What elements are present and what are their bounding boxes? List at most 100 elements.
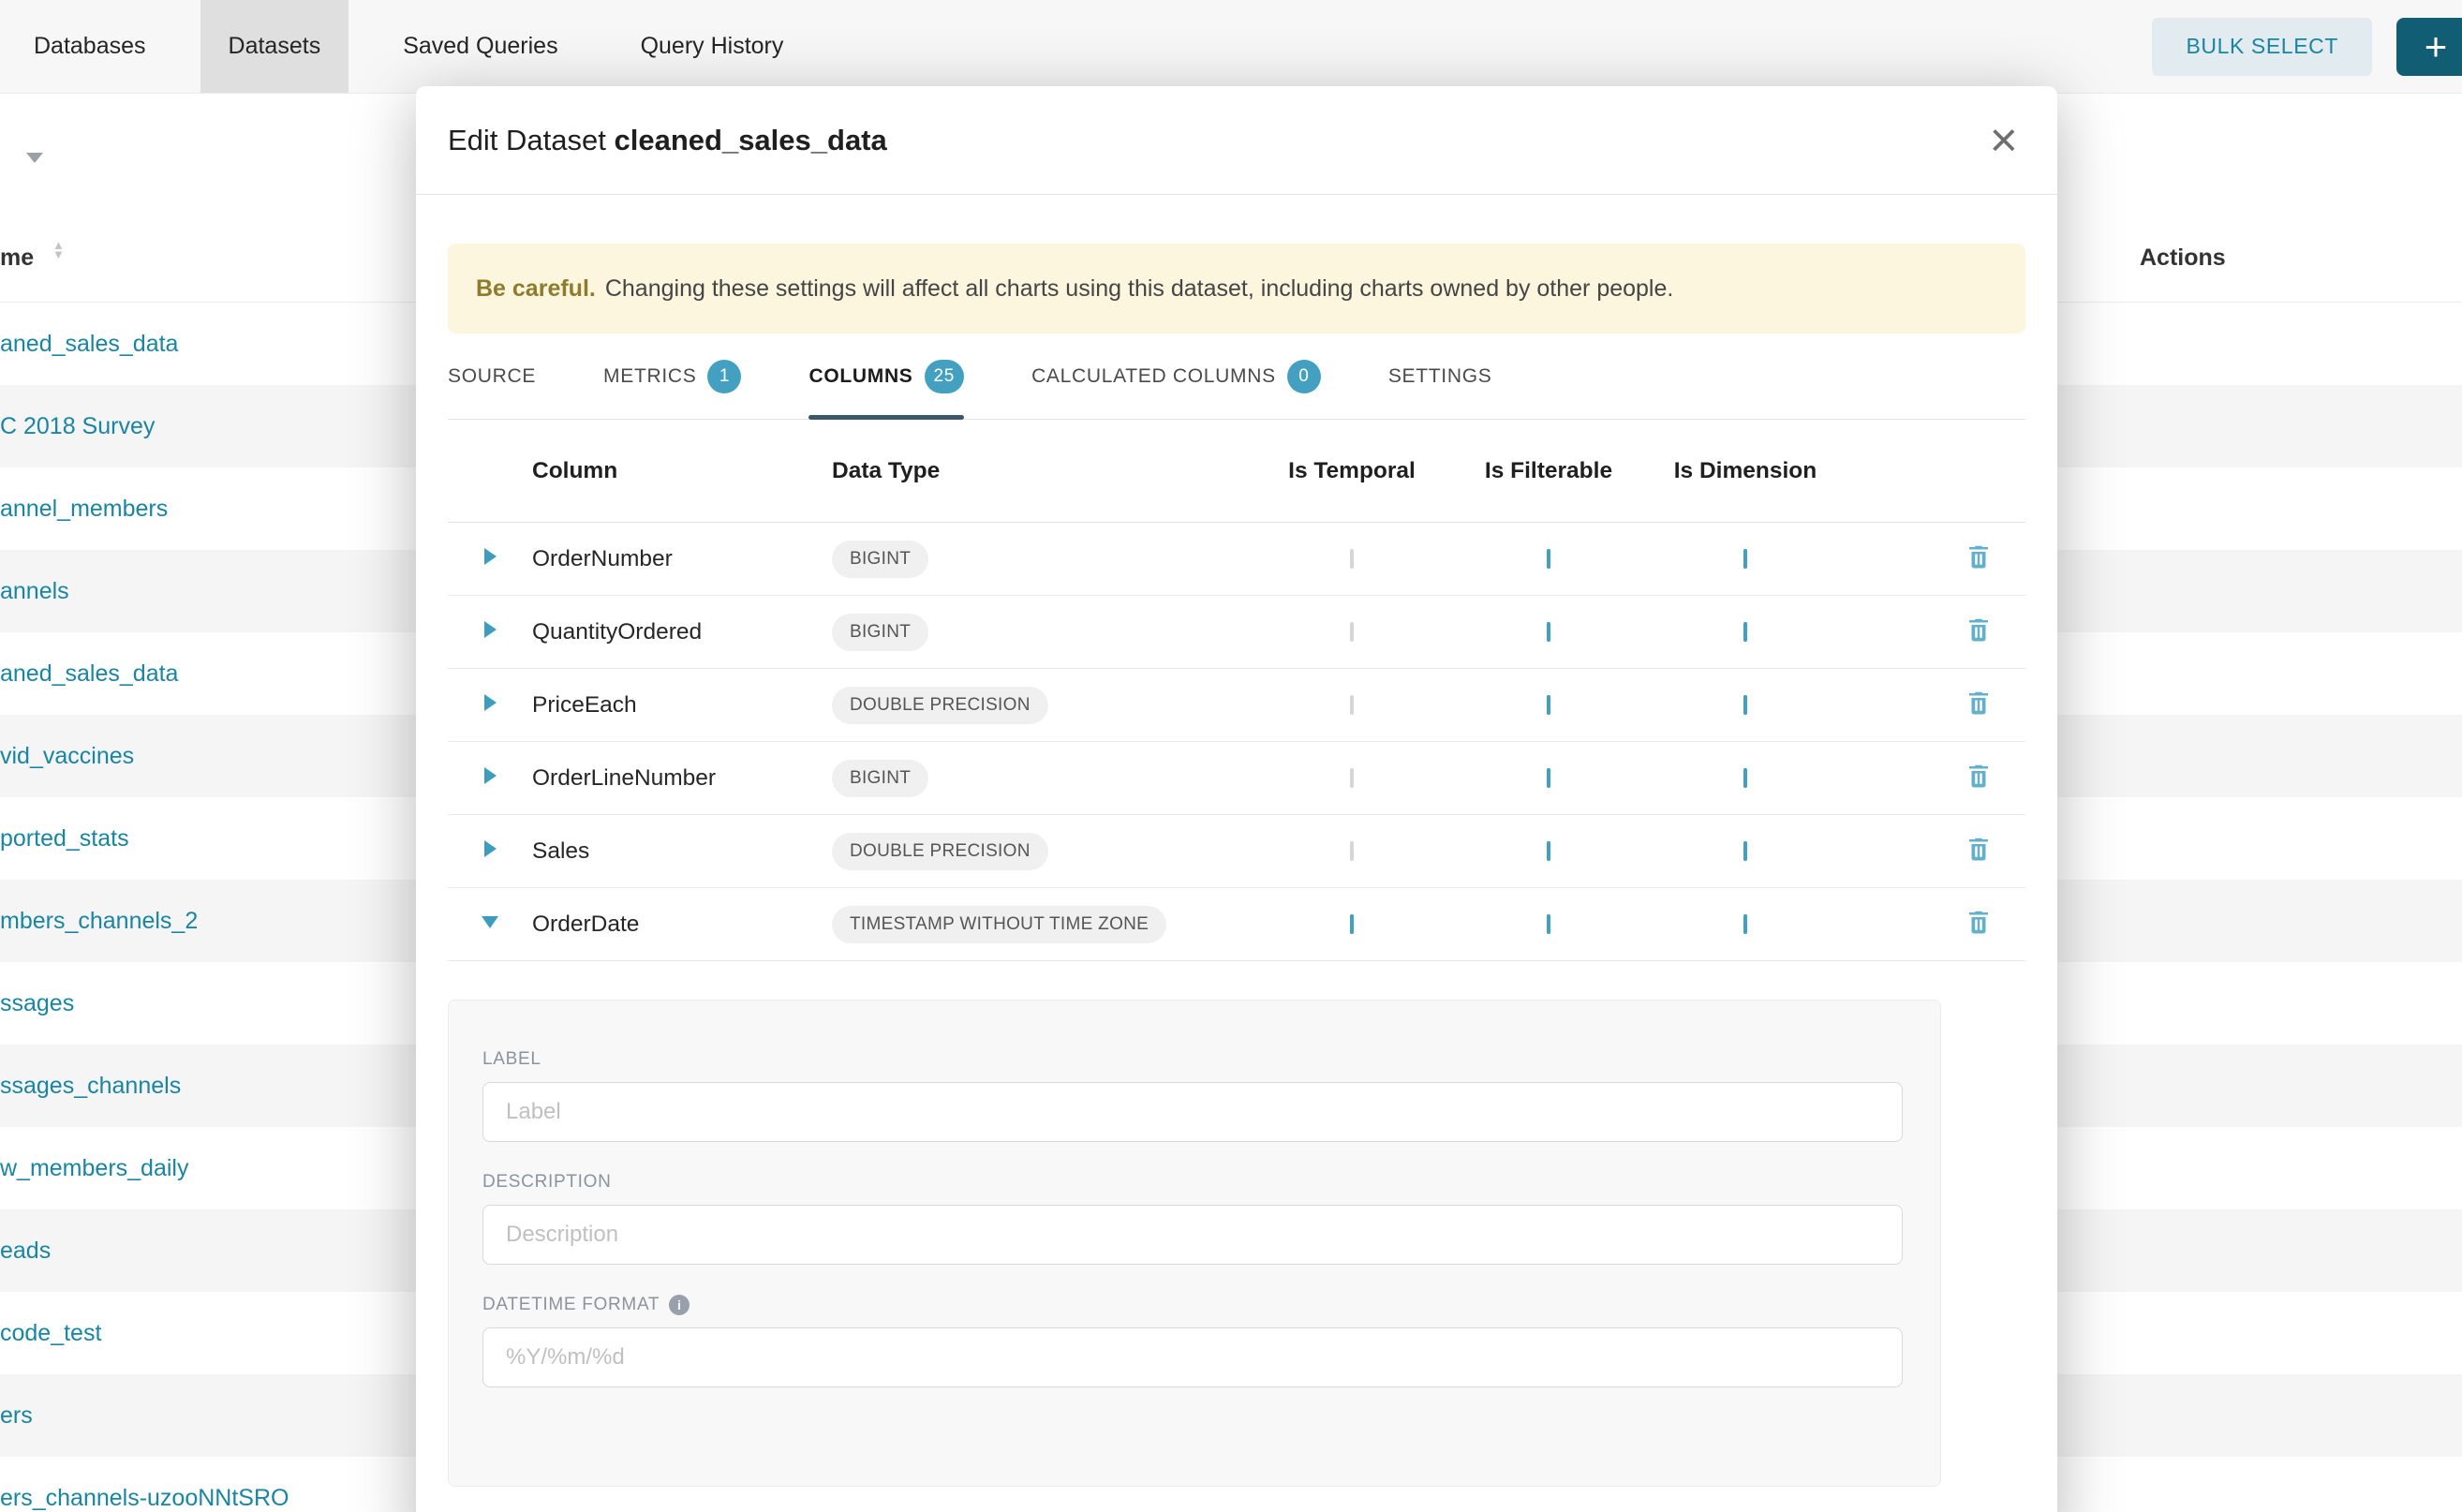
sort-icon[interactable]: ▲▼ [52,241,65,260]
description-input[interactable] [482,1205,1903,1265]
actions-column-header: Actions [2140,245,2226,272]
bulk-select-button[interactable]: BULK SELECT [2152,18,2372,76]
column-editor-panel: LABEL DESCRIPTION DATETIME FORMAT i [448,1000,1941,1487]
tab-columns[interactable]: COLUMNS 25 [808,334,964,419]
is-temporal-checkbox[interactable] [1350,622,1354,642]
is-temporal-checkbox[interactable] [1350,768,1354,788]
dataset-link[interactable]: eads [0,1238,51,1265]
tab-calculated-columns[interactable]: CALCULATED COLUMNS 0 [1031,334,1321,419]
top-nav: Databases Datasets Saved Queries Query H… [0,0,2462,94]
warning-banner-bold: Be careful. [476,275,596,303]
dataset-link[interactable]: aned_sales_data [0,660,178,688]
screen: Databases Datasets Saved Queries Query H… [0,0,2462,1512]
is-filterable-checkbox[interactable] [1547,841,1550,861]
dataset-link[interactable]: w_members_daily [0,1155,188,1182]
datetime-format-input[interactable] [482,1327,1903,1387]
is-dimension-header: Is Dimension [1674,458,1817,484]
delete-column-icon[interactable] [1965,835,1993,867]
nav-tab-saved-queries[interactable]: Saved Queries [375,0,586,93]
is-temporal-checkbox[interactable] [1350,695,1354,715]
columns-table-header: Column Data Type Is Temporal Is Filterab… [448,420,2025,523]
modal-title-prefix: Edit Dataset [448,124,606,156]
tab-settings[interactable]: SETTINGS [1388,334,1492,419]
datetime-format-field-label: DATETIME FORMAT i [482,1295,1903,1315]
column-row-expanded: OrderDate TIMESTAMP WITHOUT TIME ZONE [448,888,2025,961]
data-type-header: Data Type [832,458,1253,484]
is-dimension-checkbox[interactable] [1743,695,1747,715]
close-icon[interactable]: × [1990,116,2018,165]
dataset-link[interactable]: C 2018 Survey [0,413,155,440]
data-type-pill: BIGINT [832,541,928,578]
description-field-label: DESCRIPTION [482,1172,1903,1193]
is-temporal-checkbox[interactable] [1350,914,1354,934]
delete-column-icon[interactable] [1965,542,1993,575]
dataset-link[interactable]: ers [0,1402,33,1430]
dataset-link[interactable]: ssages_channels [0,1073,181,1100]
dataset-link[interactable]: annel_members [0,496,168,523]
dataset-link[interactable]: ssages [0,990,74,1017]
is-temporal-checkbox[interactable] [1350,549,1354,569]
is-dimension-checkbox[interactable] [1743,914,1747,934]
label-input[interactable] [482,1082,1903,1142]
modal-title-dataset-name: cleaned_sales_data [615,124,887,156]
label-field-label: LABEL [482,1049,1903,1070]
column-row: PriceEach DOUBLE PRECISION [448,669,2025,742]
delete-column-icon[interactable] [1965,689,1993,721]
expand-caret-icon[interactable] [484,694,497,716]
modal-header: Edit Dataset cleaned_sales_data × [416,86,2057,195]
data-type-pill: TIMESTAMP WITHOUT TIME ZONE [832,906,1166,943]
columns-table: Column Data Type Is Temporal Is Filterab… [448,420,2025,961]
is-filterable-checkbox[interactable] [1547,622,1550,642]
column-row: QuantityOrdered BIGINT [448,596,2025,669]
is-temporal-checkbox[interactable] [1350,841,1354,861]
nav-tab-query-history[interactable]: Query History [613,0,812,93]
data-type-pill: DOUBLE PRECISION [832,687,1048,724]
is-temporal-header: Is Temporal [1288,458,1416,484]
is-dimension-checkbox[interactable] [1743,841,1747,861]
dataset-link[interactable]: ers_channels-uzooNNtSRO [0,1485,289,1512]
column-name: OrderNumber [532,546,832,572]
is-filterable-checkbox[interactable] [1547,914,1550,934]
tab-source[interactable]: SOURCE [448,334,536,419]
dataset-link[interactable]: aned_sales_data [0,331,178,358]
tab-metrics[interactable]: METRICS 1 [603,334,741,419]
delete-column-icon[interactable] [1965,615,1993,648]
column-row: OrderLineNumber BIGINT [448,742,2025,815]
dataset-link[interactable]: annels [0,578,69,605]
tab-label: CALCULATED COLUMNS [1031,365,1276,388]
metrics-count-badge: 1 [707,360,741,393]
expand-caret-icon[interactable] [484,767,497,789]
data-type-pill: BIGINT [832,760,928,797]
tab-label: SOURCE [448,365,536,388]
is-filterable-header: Is Filterable [1485,458,1612,484]
column-name: PriceEach [532,692,832,719]
tab-label: COLUMNS [808,365,912,388]
is-filterable-checkbox[interactable] [1547,549,1550,569]
dataset-link[interactable]: ported_stats [0,825,129,852]
info-icon[interactable]: i [669,1295,690,1315]
datetime-format-field: DATETIME FORMAT i [482,1295,1903,1387]
is-dimension-checkbox[interactable] [1743,622,1747,642]
data-type-pill: DOUBLE PRECISION [832,833,1048,870]
expand-caret-icon[interactable] [484,548,497,570]
column-name: Sales [532,838,832,865]
delete-column-icon[interactable] [1965,908,1993,941]
delete-column-icon[interactable] [1965,762,1993,794]
collapse-caret-icon[interactable] [482,916,498,933]
add-dataset-button[interactable]: + [2396,18,2462,76]
nav-tab-datasets[interactable]: Datasets [200,0,349,93]
expand-caret-icon[interactable] [484,621,497,643]
is-dimension-checkbox[interactable] [1743,549,1747,569]
name-column-header[interactable]: me [0,245,34,272]
data-type-pill: BIGINT [832,614,928,651]
dataset-link[interactable]: vid_vaccines [0,743,134,770]
is-dimension-checkbox[interactable] [1743,768,1747,788]
chevron-down-icon[interactable] [26,153,43,163]
nav-tab-databases[interactable]: Databases [6,0,174,93]
calculated-columns-count-badge: 0 [1287,360,1321,393]
expand-caret-icon[interactable] [484,840,497,862]
dataset-link[interactable]: mbers_channels_2 [0,908,198,935]
dataset-link[interactable]: code_test [0,1320,101,1347]
is-filterable-checkbox[interactable] [1547,695,1550,715]
is-filterable-checkbox[interactable] [1547,768,1550,788]
